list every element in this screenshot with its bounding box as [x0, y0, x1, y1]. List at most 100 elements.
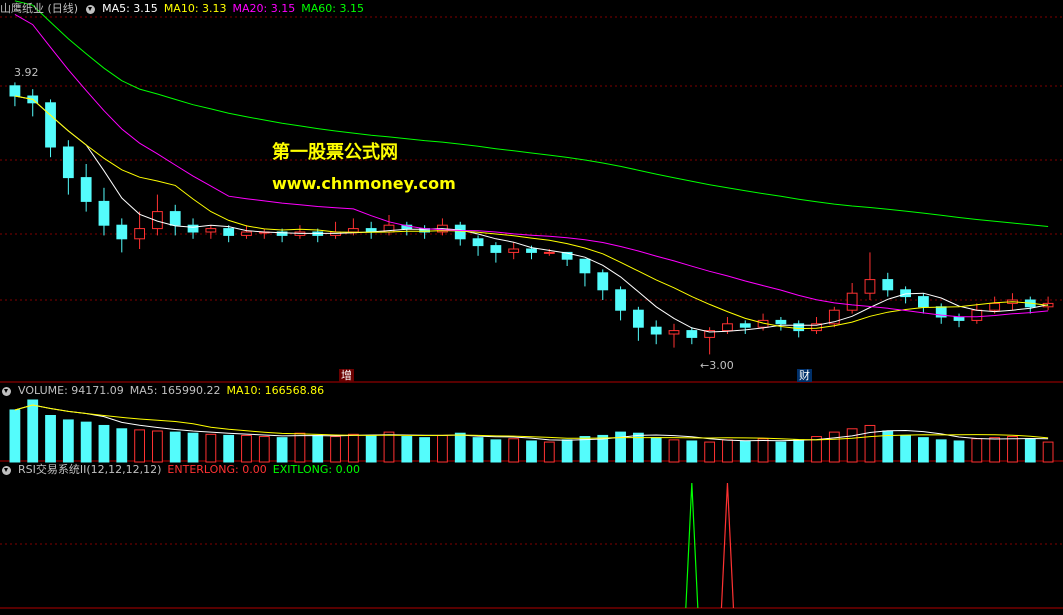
candle-body	[223, 228, 235, 236]
volume-bar	[668, 439, 680, 463]
volume-bar	[561, 439, 573, 463]
candle-body	[900, 289, 911, 298]
volume-value: VOLUME: 94171.09	[18, 384, 124, 397]
main-panel-header: 山鹰纸业 (日线) MA5: 3.15 MA10: 3.13 MA20: 3.1…	[0, 1, 364, 17]
volume-bar	[312, 434, 324, 463]
volume-bar	[757, 438, 769, 463]
volume-dropdown-icon[interactable]	[2, 386, 11, 396]
volume-bar	[971, 438, 983, 463]
volume-bar	[739, 440, 751, 463]
volume-bar	[241, 434, 252, 463]
candle-body	[187, 224, 199, 233]
volume-bar	[989, 437, 1001, 463]
volume-bar	[846, 428, 858, 463]
volume-bar	[62, 419, 74, 463]
candle-body	[116, 224, 128, 240]
candle-body	[62, 146, 74, 179]
volume-bar	[347, 433, 359, 463]
volume-bar	[258, 436, 270, 463]
volume-ma10: MA10: 166568.86	[226, 384, 325, 397]
volume-bar	[187, 432, 199, 463]
volume-bar	[80, 421, 92, 463]
volume-bar	[722, 439, 733, 463]
candle-body	[205, 228, 217, 233]
volume-bar	[294, 432, 306, 463]
candle-body	[454, 224, 466, 240]
volume-bar	[828, 431, 840, 463]
candle-body	[241, 231, 252, 236]
volume-bar	[205, 433, 217, 463]
volume-bar	[383, 431, 395, 463]
volume-bar	[437, 434, 448, 463]
event-tag-zeng[interactable]: 增	[339, 369, 354, 382]
volume-bar	[27, 399, 39, 463]
watermark-url: www.chnmoney.com	[272, 174, 456, 193]
candle-body	[543, 251, 555, 254]
ma60-indicator: MA60: 3.15	[301, 2, 364, 15]
candle-body	[615, 289, 626, 311]
volume-bar	[704, 441, 716, 463]
volume-bar	[1024, 438, 1036, 463]
ma10-indicator: MA10: 3.13	[163, 2, 227, 15]
candle-body	[989, 302, 1001, 311]
volume-bar	[900, 434, 911, 463]
candle-body	[579, 258, 591, 274]
candle-body	[953, 316, 965, 321]
volume-bar	[330, 436, 341, 463]
volume-bar	[152, 430, 163, 463]
volume-bar	[793, 439, 805, 463]
candle-body	[80, 177, 92, 202]
rsi-title: RSI交易系统II(12,12,12,12)	[18, 463, 162, 476]
candle-body	[347, 228, 359, 233]
volume-bar	[953, 440, 965, 463]
candle-body	[597, 272, 609, 291]
watermark-title: 第一股票公式网	[272, 142, 398, 163]
volume-bar	[401, 436, 413, 463]
candle-body	[98, 200, 110, 226]
volume-bar	[98, 424, 110, 463]
volume-bar	[917, 437, 929, 463]
dropdown-circle-icon[interactable]	[86, 4, 96, 14]
candle-body	[775, 319, 787, 325]
event-tag-cai[interactable]: 财	[797, 369, 812, 382]
candle-body	[864, 279, 876, 294]
volume-bar	[686, 440, 698, 463]
candle-body	[668, 330, 680, 335]
candle-body	[134, 228, 146, 240]
enterlong-spike	[720, 482, 735, 609]
ma20-line	[14, 13, 1049, 318]
rsi-signals	[685, 482, 735, 609]
volume-bar	[543, 441, 555, 463]
ma20-indicator: MA20: 3.15	[232, 2, 296, 15]
volume-bar	[365, 434, 377, 463]
grid-lines	[0, 16, 1063, 609]
high-price-label: 3.92	[14, 66, 39, 79]
volume-bars	[9, 399, 1054, 463]
candle-body	[917, 296, 929, 308]
volume-bar	[223, 434, 235, 463]
candle-body	[686, 330, 698, 338]
rsi-exitlong: EXITLONG: 0.00	[272, 463, 361, 476]
volume-bar	[650, 437, 662, 463]
candle-body	[722, 323, 733, 332]
rsi-dropdown-icon[interactable]	[2, 465, 11, 475]
rsi-panel-header: RSI交易系统II(12,12,12,12) ENTERLONG: 0.00 E…	[0, 462, 360, 478]
volume-bar	[508, 438, 520, 463]
candle-body	[9, 85, 21, 97]
candle-body	[508, 248, 520, 253]
volume-bar	[276, 437, 288, 463]
candle-body	[739, 323, 751, 328]
ma5-indicator: MA5: 3.15	[102, 2, 158, 15]
stock-name-label[interactable]: 山鹰纸业 (日线)	[0, 1, 78, 17]
candle-body	[45, 102, 56, 148]
low-price-label: ←3.00	[700, 359, 734, 372]
candle-body	[971, 309, 983, 321]
candle-body	[526, 248, 537, 253]
candle-body	[490, 245, 502, 253]
volume-bar	[775, 441, 787, 463]
volume-bar	[9, 409, 21, 463]
exitlong-spike	[685, 482, 699, 609]
candle-body	[882, 279, 894, 291]
volume-bar	[134, 429, 146, 463]
chart-canvas[interactable]	[0, 0, 1063, 615]
